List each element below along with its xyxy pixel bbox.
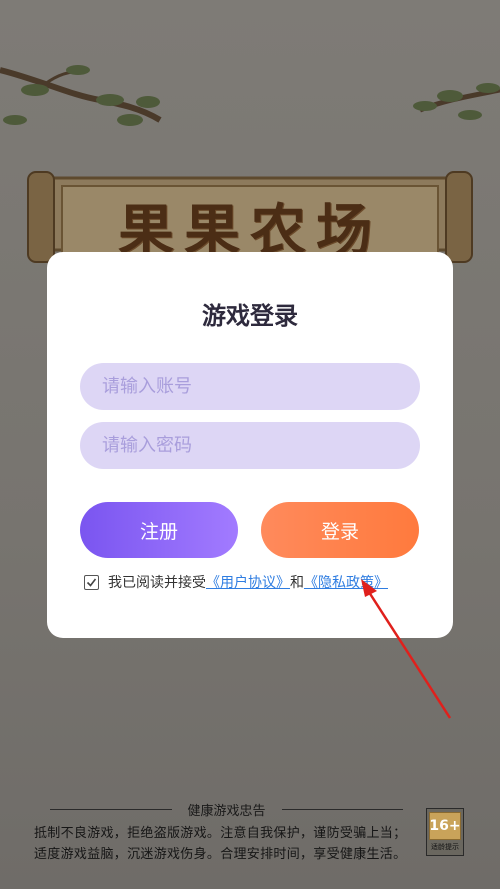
agreement-checkbox[interactable] — [84, 574, 99, 590]
age-rating-tip: 适龄提示 — [431, 843, 459, 851]
health-advisory-heading: 健康游戏忠告 — [187, 804, 266, 819]
user-agreement-link[interactable]: 《用户协议》 — [206, 572, 290, 592]
modal-title: 游戏登录 — [202, 302, 298, 330]
health-advisory-line: 抵制不良游戏，拒绝盗版游戏。注意自我保护，谨防受骗上当； — [34, 826, 407, 841]
health-advisory: 健康游戏忠告 抵制不良游戏，拒绝盗版游戏。注意自我保护，谨防受骗上当； 适度游戏… — [34, 800, 419, 865]
register-button[interactable]: 注册 — [80, 502, 238, 558]
agreement-row: 我已阅读并接受 《用户协议》 和 《隐私政策》 — [84, 571, 388, 593]
agreement-prefix: 我已阅读并接受 — [108, 575, 206, 591]
checkmark-icon — [86, 578, 97, 587]
password-input[interactable] — [80, 422, 420, 469]
divider — [281, 809, 404, 810]
age-rating: 16+ — [429, 812, 461, 840]
login-button[interactable]: 登录 — [261, 502, 419, 558]
annotation-arrow-icon — [361, 579, 452, 719]
divider — [50, 809, 172, 810]
age-rating-badge: 16+ 适龄提示 — [426, 808, 464, 856]
account-input[interactable] — [80, 363, 420, 410]
agreement-conjunction: 和 — [290, 575, 304, 591]
health-advisory-line: 适度游戏益脑，沉迷游戏伤身。合理安排时间，享受健康生活。 — [34, 847, 407, 862]
